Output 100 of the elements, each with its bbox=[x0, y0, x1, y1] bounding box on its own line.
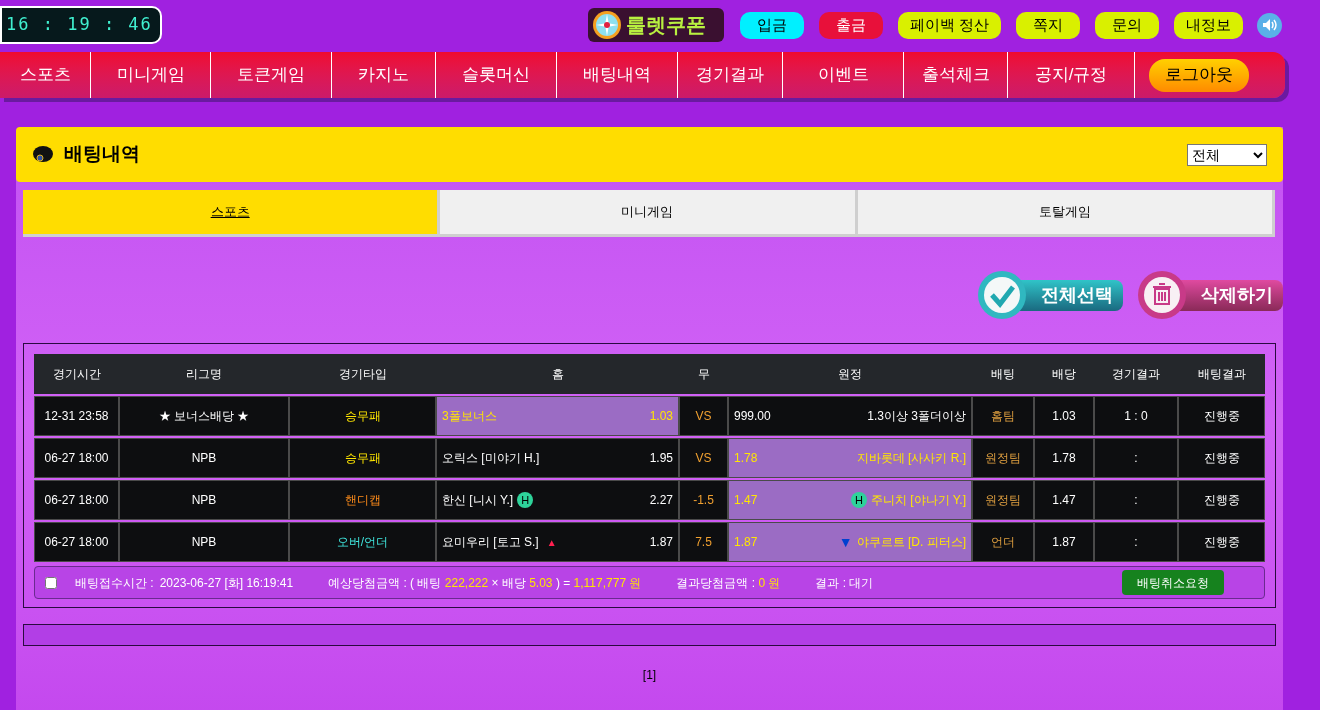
odds: 1.87 bbox=[734, 534, 758, 551]
tab[interactable]: 미니게임 bbox=[440, 190, 858, 237]
table-cell: VS bbox=[679, 438, 728, 478]
checkbox[interactable] bbox=[45, 576, 57, 589]
nav-item[interactable]: 슬롯머신 bbox=[436, 52, 557, 98]
nav-item[interactable]: 토큰게임 bbox=[211, 52, 332, 98]
column-header: 배당 bbox=[1051, 366, 1077, 383]
top-button[interactable]: 내정보 bbox=[1174, 11, 1244, 39]
nav-item[interactable]: 카지노 bbox=[332, 52, 436, 98]
tab[interactable]: 토탈게임 bbox=[857, 190, 1275, 237]
nav-item[interactable]: 경기결과 bbox=[678, 52, 783, 98]
team-name: 요미우리 [토고 S.] bbox=[442, 534, 539, 551]
odds: 1.87 bbox=[649, 534, 673, 551]
table-cell: -1.5 bbox=[679, 480, 728, 520]
table-cell: NPB bbox=[119, 480, 289, 520]
table-cell: 핸디캡 bbox=[289, 480, 436, 520]
team-name: 1.3이상 3폴더이상 bbox=[867, 408, 966, 425]
away-odds-cell[interactable]: 999.00 1.3이상 3폴더이상 bbox=[728, 396, 972, 436]
table-cell: : bbox=[1094, 522, 1178, 562]
trash-icon bbox=[1137, 270, 1187, 320]
table-cell: 진행중 bbox=[1178, 480, 1265, 520]
table-cell: 1.03 bbox=[1034, 396, 1094, 436]
table-cell: 06-27 18:00 bbox=[34, 480, 119, 520]
column-header: 배팅결과 bbox=[1196, 366, 1247, 383]
column-header: 경기결과 bbox=[1111, 366, 1161, 383]
logout-button[interactable]: 로그아웃 bbox=[1149, 58, 1249, 92]
table-cell: 승무패 bbox=[289, 396, 436, 436]
table-cell: ★ 보너스배당 ★ bbox=[119, 396, 289, 436]
table-cell: 06-27 18:00 bbox=[34, 522, 119, 562]
nav-item[interactable]: 스포츠 bbox=[0, 52, 91, 98]
digital-clock: 16 : 19 : 46 bbox=[0, 6, 162, 44]
column-header: 홈 bbox=[550, 366, 565, 383]
table-cell: 승무패 bbox=[289, 438, 436, 478]
table-cell: 진행중 bbox=[1178, 438, 1265, 478]
table-cell: NPB bbox=[119, 438, 289, 478]
h-badge: H bbox=[517, 492, 534, 508]
column-header: 원정 bbox=[837, 366, 863, 383]
table-cell: 진행중 bbox=[1178, 396, 1265, 436]
team-name: 3폴보너스 bbox=[442, 408, 497, 425]
odds: 1.95 bbox=[649, 450, 673, 467]
home-odds-cell[interactable]: 요미우리 [토고 S.] ▲ 1.87 bbox=[436, 522, 679, 562]
column-header: 무 bbox=[696, 366, 711, 383]
down-arrow-icon: ▼ bbox=[838, 531, 853, 553]
nav-item[interactable]: 배팅내역 bbox=[557, 52, 678, 98]
table-cell: 진행중 bbox=[1178, 522, 1265, 562]
team-name: 한신 [니시 Y.] bbox=[442, 492, 514, 509]
table-cell: : bbox=[1094, 480, 1178, 520]
table-cell: 언더 bbox=[972, 522, 1034, 562]
table-cell: VS bbox=[679, 396, 728, 436]
logo: 룰렛쿠폰 bbox=[588, 8, 724, 42]
table-cell: 1.87 bbox=[1034, 522, 1094, 562]
home-odds-cell[interactable]: 3폴보너스 1.03 bbox=[436, 396, 679, 436]
expected-payout: 예상당첨금액 : ( 배팅 222,222 × 배당 5.03 ) = 1,117,777 원 bbox=[328, 574, 642, 592]
column-header: 배팅 bbox=[990, 366, 1016, 383]
home-odds-cell[interactable]: 한신 [니시 Y.] H 2.27 bbox=[436, 480, 679, 520]
nav-item[interactable]: 출석체크 bbox=[904, 52, 1008, 98]
team-name: 야쿠르트 [D. 피터스] bbox=[856, 534, 966, 551]
nav-item[interactable]: 미니게임 bbox=[91, 52, 211, 98]
away-odds-cell[interactable]: 1.87 ▼ 야쿠르트 [D. 피터스] bbox=[728, 522, 972, 562]
table-cell: 06-27 18:00 bbox=[34, 438, 119, 478]
team-name: 오릭스 [미야기 H.] bbox=[442, 450, 540, 467]
page-link[interactable]: [1] bbox=[642, 666, 657, 684]
table-cell: 1.78 bbox=[1034, 438, 1094, 478]
filter-dropdown[interactable]: 전체 bbox=[1187, 143, 1267, 166]
table-cell: 오버/언더 bbox=[289, 522, 436, 562]
up-arrow-icon: ▲ bbox=[546, 534, 557, 550]
table-cell: 원정팀 bbox=[972, 438, 1034, 478]
top-button[interactable]: 입금 bbox=[740, 11, 804, 39]
odds: 999.00 bbox=[734, 408, 771, 425]
table-cell: 1.47 bbox=[1034, 480, 1094, 520]
odds: 2.27 bbox=[649, 492, 673, 509]
table-cell: 1 : 0 bbox=[1094, 396, 1178, 436]
cancel-bet-button[interactable]: 배팅취소요청 bbox=[1122, 570, 1224, 595]
speaker-icon[interactable] bbox=[1257, 12, 1283, 38]
top-button[interactable]: 출금 bbox=[819, 11, 883, 39]
result-payout: 결과당첨금액 : 0 원 bbox=[676, 574, 781, 592]
result-status: 결과 : 대기 bbox=[815, 574, 874, 592]
timestamp: 2023-06-27 [화] 16:19:41 bbox=[159, 574, 294, 592]
top-button[interactable]: 문의 bbox=[1095, 11, 1160, 39]
table-cell: : bbox=[1094, 438, 1178, 478]
wheel-icon bbox=[592, 10, 622, 40]
home-odds-cell[interactable]: 오릭스 [미야기 H.] 1.95 bbox=[436, 438, 679, 478]
check-icon bbox=[977, 270, 1027, 320]
tab[interactable]: 스포츠 bbox=[23, 190, 441, 237]
team-name: 지바롯데 [사사키 R.] bbox=[856, 450, 966, 467]
team-name: 주니치 [야나기 Y.] bbox=[870, 492, 966, 509]
table-cell: 12-31 23:58 bbox=[34, 396, 119, 436]
nav-item[interactable]: 공지/규정 bbox=[1008, 52, 1135, 98]
table-cell: 원정팀 bbox=[972, 480, 1034, 520]
label: 배팅접수시간 : bbox=[75, 574, 154, 592]
top-button[interactable]: 페이백 정산 bbox=[898, 11, 1002, 39]
table-cell: NPB bbox=[119, 522, 289, 562]
section-title: 배팅내역 bbox=[64, 142, 140, 167]
nav-item[interactable]: 이벤트 bbox=[783, 52, 904, 98]
top-button[interactable]: 쪽지 bbox=[1016, 11, 1081, 39]
away-odds-cell[interactable]: 1.47 H 주니치 [야나기 Y.] bbox=[728, 480, 972, 520]
odds: 1.78 bbox=[734, 450, 758, 467]
column-header: 리그명 bbox=[185, 366, 223, 383]
table-cell: 홈팀 bbox=[972, 396, 1034, 436]
away-odds-cell[interactable]: 1.78 지바롯데 [사사키 R.] bbox=[728, 438, 972, 478]
